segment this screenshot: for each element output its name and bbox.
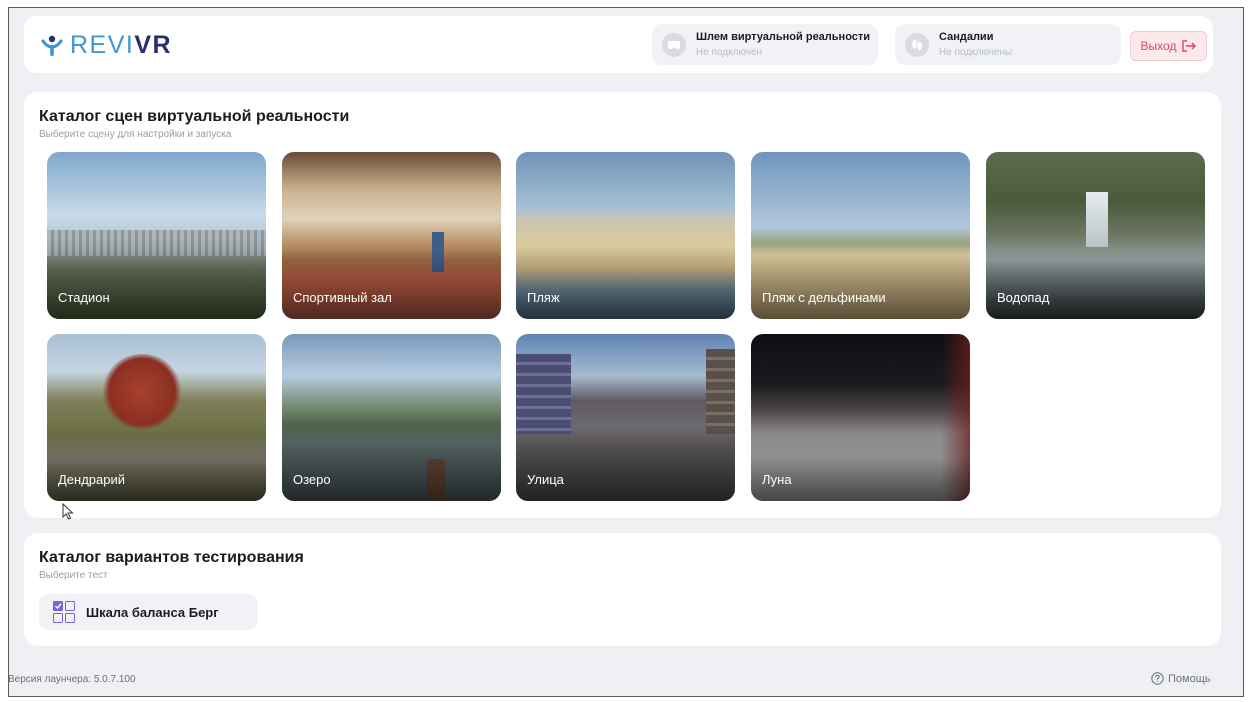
scene-label: Улица [527, 472, 564, 487]
scene-card-waterfall[interactable]: Водопад [986, 152, 1205, 319]
exit-button[interactable]: Выход [1130, 31, 1207, 61]
scene-label: Стадион [58, 290, 110, 305]
scene-label: Водопад [997, 290, 1050, 305]
tests-catalog-panel: Каталог вариантов тестирования Выберите … [24, 533, 1221, 646]
device-status: Не подключены [939, 47, 1013, 58]
scene-card-gym[interactable]: Спортивный зал [282, 152, 501, 319]
scene-card-street[interactable]: Улица [516, 334, 735, 501]
scene-label: Пляж [527, 290, 560, 305]
revivr-logo-icon [41, 35, 63, 56]
device-name: Шлем виртуальной реальности [696, 31, 871, 43]
header-bar: REVIVR Шлем виртуальной реальности Не по… [24, 16, 1213, 73]
scene-label: Спортивный зал [293, 290, 392, 305]
help-link[interactable]: Помощь [1151, 672, 1211, 685]
scene-label: Пляж с дельфинами [762, 290, 886, 305]
vr-headset-icon [662, 32, 686, 57]
test-item-label: Шкала баланса Берг [86, 604, 219, 620]
scene-card-beach-dolphins[interactable]: Пляж с дельфинами [751, 152, 970, 319]
footprints-icon [905, 32, 929, 57]
device-vr-headset[interactable]: Шлем виртуальной реальности Не подключен [652, 24, 878, 65]
help-label: Помощь [1168, 672, 1211, 685]
scene-card-moon[interactable]: Луна [751, 334, 970, 501]
device-status: Не подключен [696, 47, 763, 58]
scenes-catalog-title: Каталог сцен виртуальной реальности [39, 108, 350, 125]
device-sandals[interactable]: Сандалии Не подключены [895, 24, 1121, 65]
scenes-catalog-subtitle: Выберите сцену для настройки и запуска [39, 129, 232, 140]
mouse-cursor-icon [62, 503, 74, 520]
logo-wordmark: REVIVR [70, 31, 173, 59]
logout-arrow-icon [1182, 40, 1197, 52]
help-circle-icon [1151, 672, 1164, 685]
scene-label: Луна [762, 472, 792, 487]
scenes-catalog-panel: Каталог сцен виртуальной реальности Выбе… [24, 92, 1221, 518]
scene-card-stadium[interactable]: Стадион [47, 152, 266, 319]
scene-card-arboretum[interactable]: Дендрарий [47, 334, 266, 501]
exit-label: Выход [1140, 39, 1177, 53]
scene-label: Озеро [293, 472, 331, 487]
tests-catalog-title: Каталог вариантов тестирования [39, 549, 304, 566]
scene-card-beach[interactable]: Пляж [516, 152, 735, 319]
test-item-berg-balance-scale[interactable]: Шкала баланса Берг [39, 594, 258, 630]
scene-label: Дендрарий [58, 472, 126, 487]
checklist-grid-icon [53, 601, 75, 623]
app-logo: REVIVR [41, 33, 172, 58]
tests-catalog-subtitle: Выберите тест [39, 570, 108, 581]
launcher-version: Версия лаунчера: 5.0.7.100 [8, 674, 136, 685]
device-name: Сандалии [939, 31, 994, 43]
scene-card-lake[interactable]: Озеро [282, 334, 501, 501]
